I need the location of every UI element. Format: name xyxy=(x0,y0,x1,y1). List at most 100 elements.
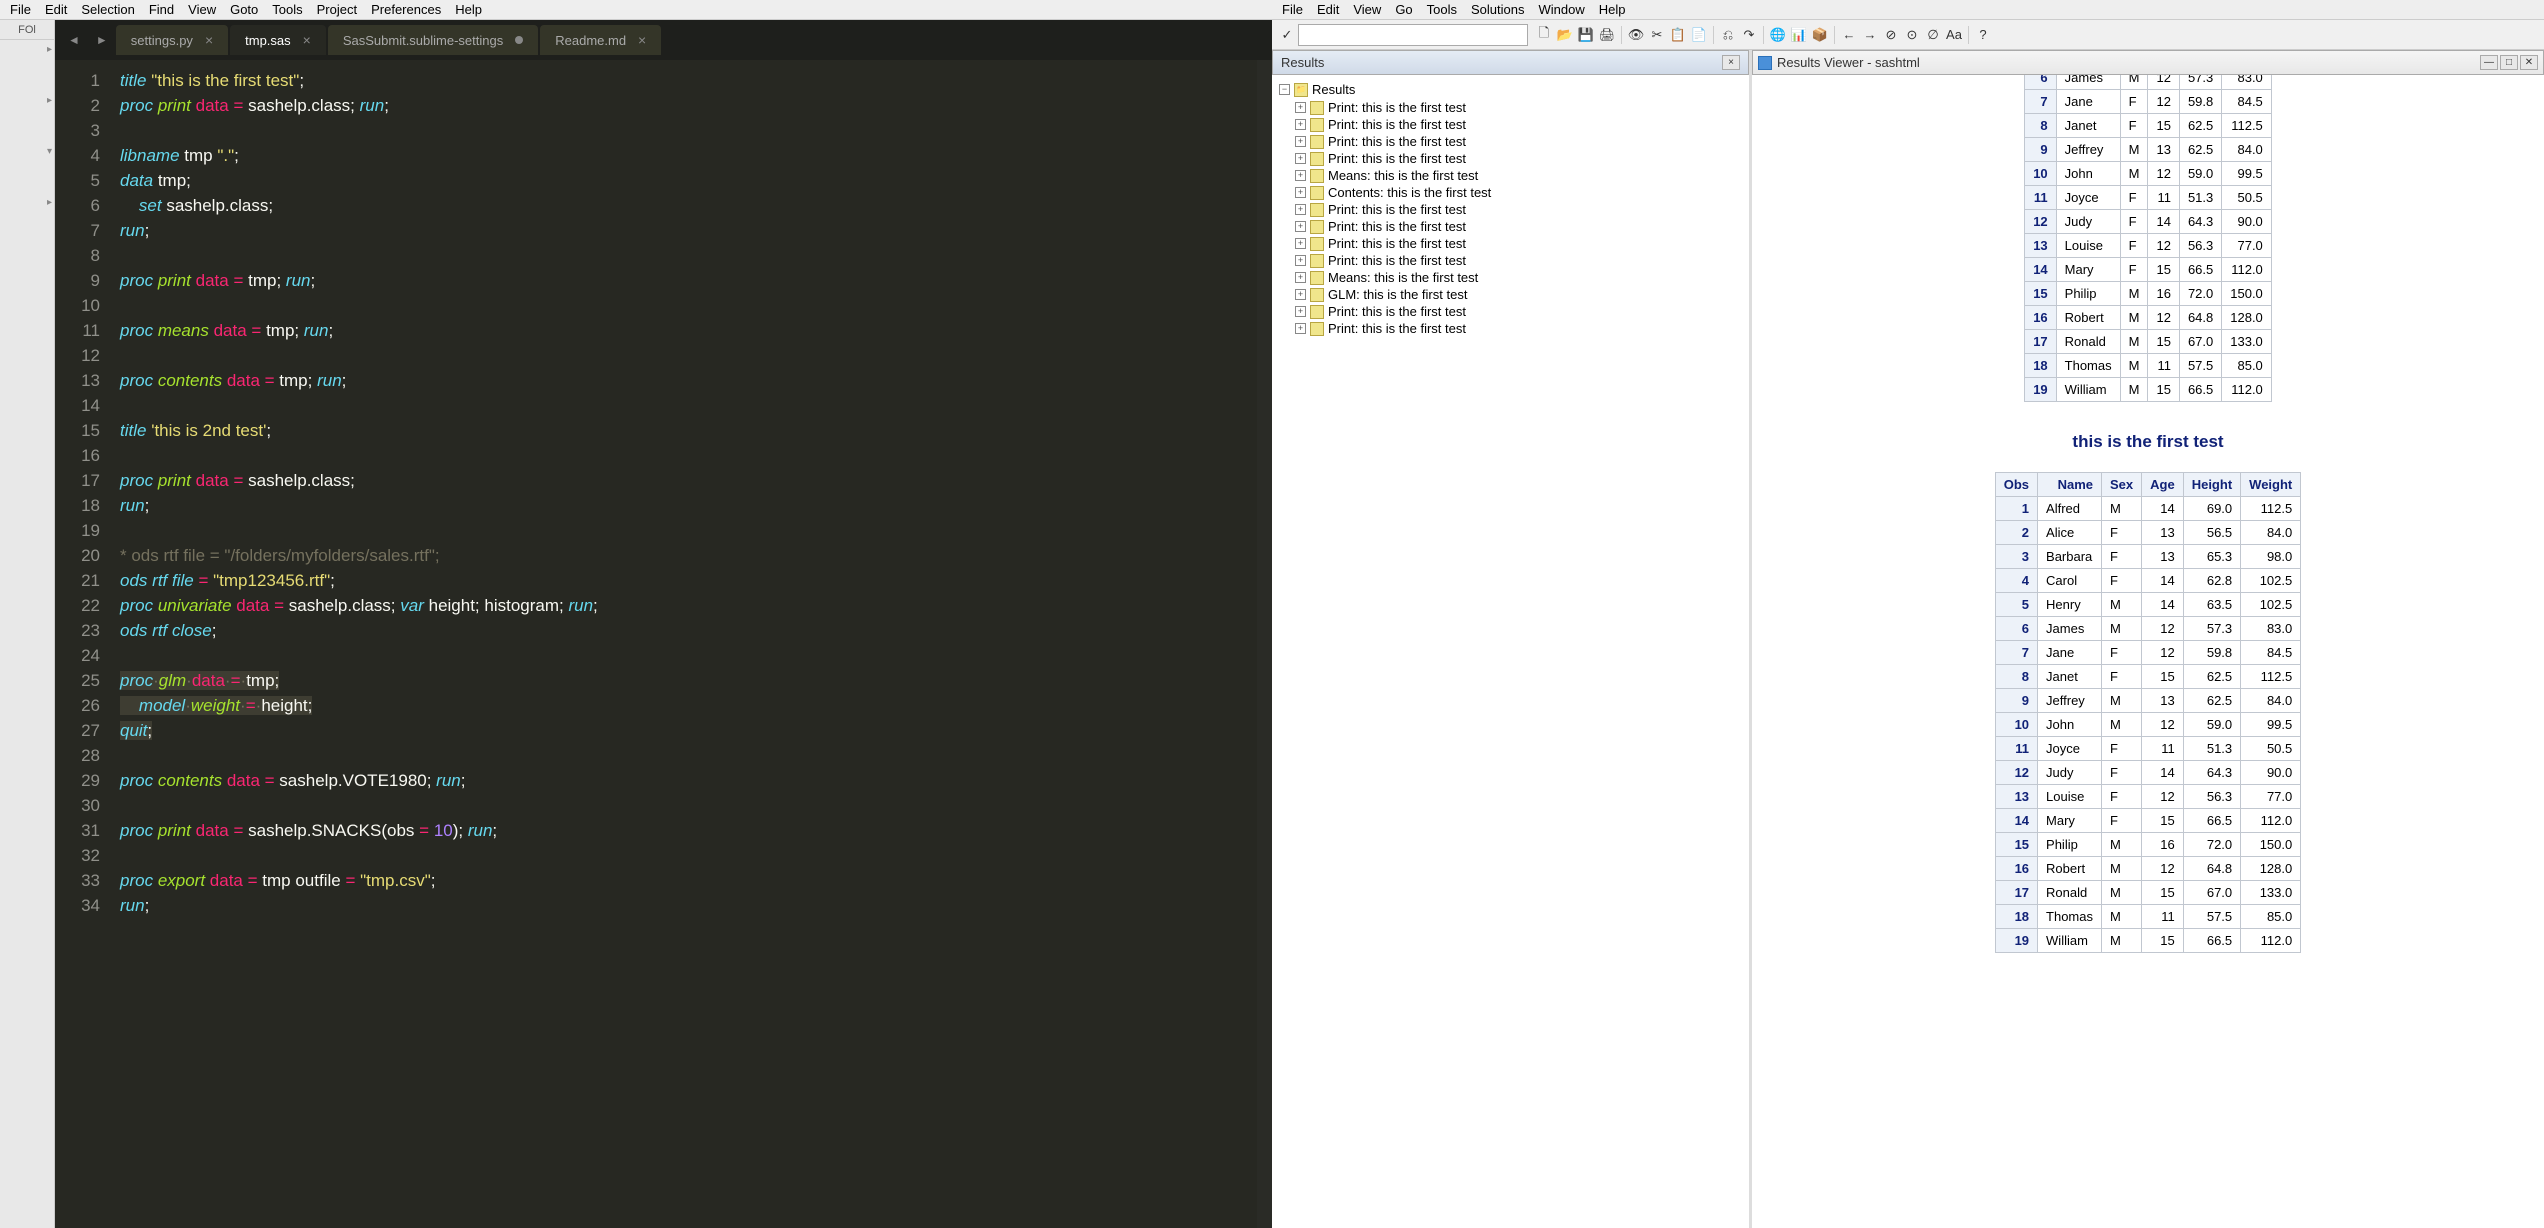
name-cell: Louise xyxy=(2056,234,2120,258)
toolbar-button-0[interactable]: 🗋 xyxy=(1534,25,1554,45)
command-combo[interactable] xyxy=(1298,24,1528,46)
tree-item[interactable]: + Print: this is the first test xyxy=(1277,320,1744,337)
menu-find[interactable]: Find xyxy=(142,2,181,17)
menu-edit[interactable]: Edit xyxy=(38,2,74,17)
tree-item[interactable]: + Print: this is the first test xyxy=(1277,201,1744,218)
tab-close-icon[interactable]: × xyxy=(638,32,646,48)
menu-tools[interactable]: Tools xyxy=(265,2,309,17)
viewer-content[interactable]: 6 James M 12 57.3 83.0 7 Jane F 12 59.8 … xyxy=(1752,75,2544,1228)
toolbar-button-3[interactable]: 🖨 xyxy=(1597,25,1617,45)
tab-SasSubmit-sublime-settings[interactable]: SasSubmit.sublime-settings xyxy=(328,25,538,55)
toolbar-button-18[interactable]: → xyxy=(1860,25,1880,45)
tree-expand-icon[interactable]: + xyxy=(1295,102,1306,113)
menu-go[interactable]: Go xyxy=(1388,2,1419,17)
tree-expand-icon[interactable]: + xyxy=(1295,289,1306,300)
toolbar-button-1[interactable]: 📂 xyxy=(1555,25,1575,45)
menu-goto[interactable]: Goto xyxy=(223,2,265,17)
sidebar-arrow-icon[interactable]: ▸ xyxy=(47,197,52,208)
tree-expand-icon[interactable]: + xyxy=(1295,238,1306,249)
menu-file[interactable]: File xyxy=(1275,2,1310,17)
tree-item[interactable]: + Print: this is the first test xyxy=(1277,252,1744,269)
name-cell: James xyxy=(2056,75,2120,90)
sidebar-arrow-icon[interactable]: ▸ xyxy=(47,44,52,55)
toolbar-button-11[interactable]: ↷ xyxy=(1739,25,1759,45)
tree-expand-icon[interactable]: + xyxy=(1295,187,1306,198)
tree-expand-icon[interactable]: + xyxy=(1295,272,1306,283)
tab-close-icon[interactable]: × xyxy=(205,32,213,48)
tree-expand-icon[interactable]: + xyxy=(1295,306,1306,317)
toolbar-button-8[interactable]: 📄 xyxy=(1689,25,1709,45)
toolbar-button-24[interactable]: ? xyxy=(1973,25,1993,45)
toolbar-button-5[interactable]: 👁 xyxy=(1626,25,1646,45)
tree-expand-icon[interactable]: + xyxy=(1295,204,1306,215)
menu-edit[interactable]: Edit xyxy=(1310,2,1346,17)
sublime-menubar: FileEditSelectionFindViewGotoToolsProjec… xyxy=(0,0,1272,20)
menu-file[interactable]: File xyxy=(3,2,38,17)
tab-settings-py[interactable]: settings.py × xyxy=(116,25,228,55)
toolbar-button-13[interactable]: 🌐 xyxy=(1768,25,1788,45)
tree-expand-icon[interactable]: + xyxy=(1295,170,1306,181)
tree-expand-icon[interactable]: + xyxy=(1295,119,1306,130)
menu-project[interactable]: Project xyxy=(310,2,364,17)
tree-item[interactable]: + Contents: this is the first test xyxy=(1277,184,1744,201)
tree-root[interactable]: − 📁 Results xyxy=(1277,80,1744,99)
tab-Readme-md[interactable]: Readme.md × xyxy=(540,25,661,55)
tree-item[interactable]: + Means: this is the first test xyxy=(1277,167,1744,184)
minimize-button[interactable]: — xyxy=(2480,55,2498,70)
tree-expand-icon[interactable]: + xyxy=(1295,221,1306,232)
tree-item[interactable]: + Print: this is the first test xyxy=(1277,218,1744,235)
col-header: Weight xyxy=(2241,473,2301,497)
tab-close-icon[interactable]: × xyxy=(303,32,311,48)
tree-expand-icon[interactable]: + xyxy=(1295,136,1306,147)
menu-solutions[interactable]: Solutions xyxy=(1464,2,1531,17)
close-button[interactable]: ✕ xyxy=(2520,55,2538,70)
code-editor[interactable]: 1234567891011121314151617181920212223242… xyxy=(55,60,1272,1228)
age-cell: 12 xyxy=(2148,90,2179,114)
table-row: 16 Robert M 12 64.8 128.0 xyxy=(1995,857,2301,881)
toolbar-button-6[interactable]: ✂ xyxy=(1647,25,1667,45)
menu-help[interactable]: Help xyxy=(1592,2,1633,17)
tree-item[interactable]: + Print: this is the first test xyxy=(1277,116,1744,133)
nav-back-icon[interactable]: ◄ xyxy=(60,33,88,47)
menu-view[interactable]: View xyxy=(181,2,223,17)
toolbar-button-15[interactable]: 📦 xyxy=(1810,25,1830,45)
tree-expand-icon[interactable]: + xyxy=(1295,323,1306,334)
panel-close-button[interactable]: × xyxy=(1722,55,1740,70)
maximize-button[interactable]: □ xyxy=(2500,55,2518,70)
code-content[interactable]: title "this is the first test"; proc pri… xyxy=(115,60,1272,1228)
menu-view[interactable]: View xyxy=(1346,2,1388,17)
tree-expand-icon[interactable]: + xyxy=(1295,255,1306,266)
toolbar-button-19[interactable]: ⊘ xyxy=(1881,25,1901,45)
menu-selection[interactable]: Selection xyxy=(74,2,141,17)
toolbar-button-14[interactable]: 📊 xyxy=(1789,25,1809,45)
tree-item[interactable]: + Print: this is the first test xyxy=(1277,133,1744,150)
tree-collapse-icon[interactable]: − xyxy=(1279,84,1290,95)
menu-window[interactable]: Window xyxy=(1532,2,1592,17)
sidebar-arrow-icon[interactable]: ▾ xyxy=(47,146,52,157)
results-tree[interactable]: − 📁 Results + Print: this is the first t… xyxy=(1272,75,1749,1228)
menu-help[interactable]: Help xyxy=(448,2,489,17)
tree-item[interactable]: + Print: this is the first test xyxy=(1277,150,1744,167)
tree-item[interactable]: + Means: this is the first test xyxy=(1277,269,1744,286)
menu-tools[interactable]: Tools xyxy=(1420,2,1464,17)
toolbar-button-10[interactable]: ⎌ xyxy=(1718,25,1738,45)
toolbar-button-2[interactable]: 💾 xyxy=(1576,25,1596,45)
height-cell: 69.0 xyxy=(2183,497,2240,521)
nav-forward-icon[interactable]: ► xyxy=(88,33,116,47)
tree-item[interactable]: + Print: this is the first test xyxy=(1277,303,1744,320)
toolbar-button-22[interactable]: Aa xyxy=(1944,25,1964,45)
toolbar-button-7[interactable]: 📋 xyxy=(1668,25,1688,45)
tab-tmp-sas[interactable]: tmp.sas × xyxy=(230,25,326,55)
toolbar-button-20[interactable]: ⊙ xyxy=(1902,25,1922,45)
toolbar-button-21[interactable]: ∅ xyxy=(1923,25,1943,45)
sidebar-arrow-icon[interactable]: ▸ xyxy=(47,95,52,106)
tree-item[interactable]: + Print: this is the first test xyxy=(1277,99,1744,116)
tree-item[interactable]: + GLM: this is the first test xyxy=(1277,286,1744,303)
tree-expand-icon[interactable]: + xyxy=(1295,153,1306,164)
tree-item[interactable]: + Print: this is the first test xyxy=(1277,235,1744,252)
minimap[interactable] xyxy=(1257,60,1272,1228)
menu-preferences[interactable]: Preferences xyxy=(364,2,448,17)
weight-cell: 112.5 xyxy=(2241,665,2301,689)
toolbar-button-17[interactable]: ← xyxy=(1839,25,1859,45)
check-icon[interactable]: ✓ xyxy=(1277,25,1297,45)
